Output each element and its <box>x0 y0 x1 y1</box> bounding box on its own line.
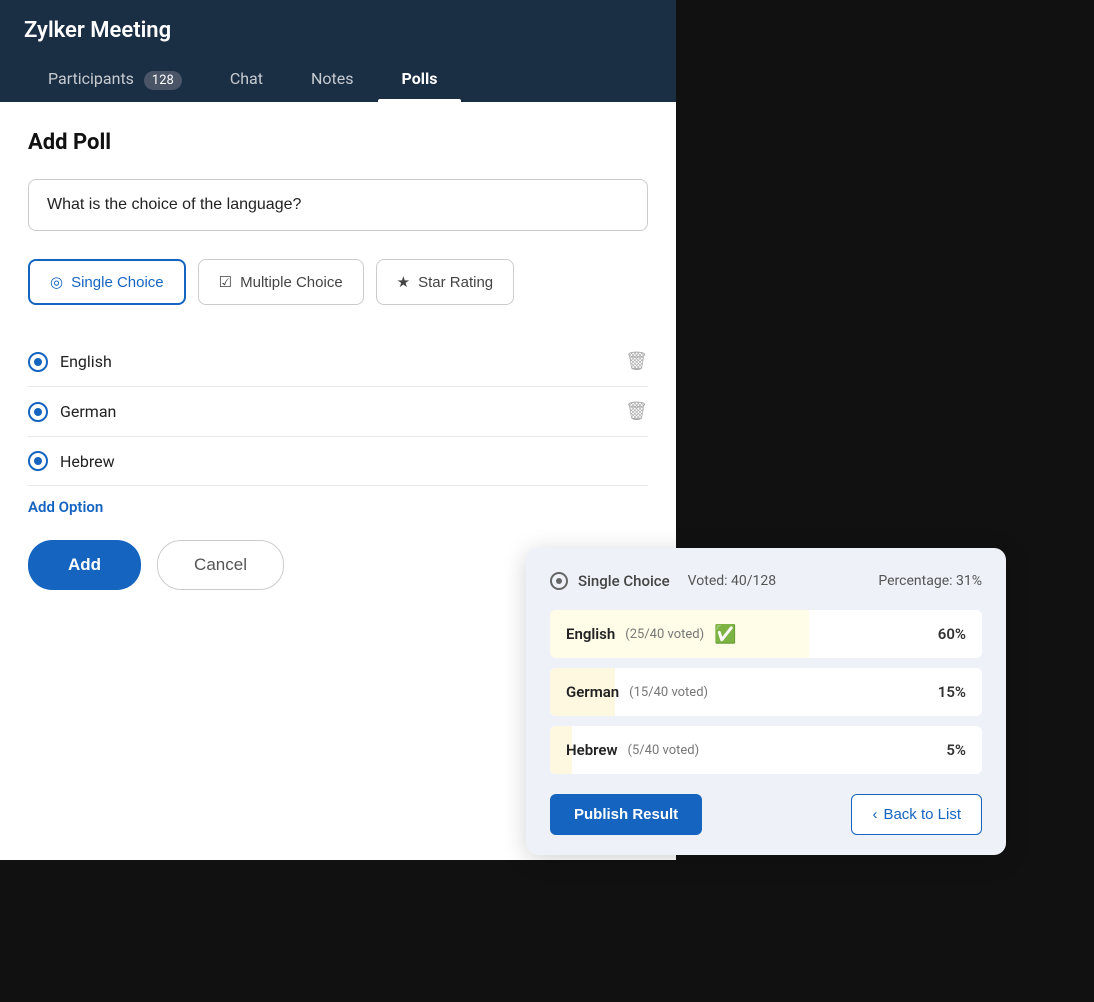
option-text-hebrew: Hebrew <box>60 452 648 471</box>
result-votes-hebrew: (5/40 voted) <box>628 743 700 758</box>
results-header: Single Choice Voted: 40/128 Percentage: … <box>550 572 982 590</box>
choice-types: ◎ Single Choice ☑ Multiple Choice ★ Star… <box>28 259 648 305</box>
multiple-choice-icon: ☑ <box>219 273 232 291</box>
option-row-english: English 🗑 <box>28 337 648 387</box>
tab-polls[interactable]: Polls <box>378 59 462 102</box>
result-bar-english: English (25/40 voted) ✅ 60% <box>550 610 982 658</box>
option-row-hebrew: Hebrew <box>28 437 648 486</box>
tab-notes[interactable]: Notes <box>287 59 378 102</box>
star-rating-icon: ★ <box>397 273 410 291</box>
result-lang-english: English <box>566 625 615 643</box>
winner-check-icon: ✅ <box>714 624 736 645</box>
results-panel: Single Choice Voted: 40/128 Percentage: … <box>526 548 1006 855</box>
tab-chat[interactable]: Chat <box>206 59 287 102</box>
options-list: English 🗑 German 🗑 Hebrew <box>28 337 648 486</box>
add-option-button[interactable]: Add Option <box>28 498 648 516</box>
result-percent-hebrew: 5% <box>946 741 966 759</box>
result-lang-german: German <box>566 683 619 701</box>
results-voted-label: Voted: 40/128 <box>688 573 776 589</box>
result-votes-german: (15/40 voted) <box>629 685 708 700</box>
results-radio-icon <box>550 572 568 590</box>
result-percent-english: 60% <box>938 625 966 643</box>
option-text-english: English <box>60 352 613 371</box>
delete-icon-german[interactable]: 🗑 <box>625 401 648 422</box>
star-rating-button[interactable]: ★ Star Rating <box>376 259 515 305</box>
result-percent-german: 15% <box>938 683 966 701</box>
tab-participants[interactable]: Participants 128 <box>24 59 206 102</box>
participants-badge: 128 <box>144 71 182 90</box>
results-type-label: Single Choice <box>578 572 670 590</box>
add-button[interactable]: Add <box>28 540 141 590</box>
question-input[interactable] <box>28 179 648 231</box>
result-bar-german: German (15/40 voted) 15% <box>550 668 982 716</box>
option-row-german: German 🗑 <box>28 387 648 437</box>
result-bars: English (25/40 voted) ✅ 60% German (15/4… <box>550 610 982 774</box>
meeting-title: Zylker Meeting <box>24 18 652 43</box>
radio-icon-english <box>28 352 48 372</box>
single-choice-icon: ◎ <box>50 273 63 291</box>
radio-icon-german <box>28 402 48 422</box>
result-lang-hebrew: Hebrew <box>566 741 618 759</box>
back-to-list-button[interactable]: ‹ Back to List <box>851 794 982 835</box>
result-votes-english: (25/40 voted) <box>625 627 704 642</box>
results-percentage-label: Percentage: 31% <box>878 573 982 589</box>
multiple-choice-button[interactable]: ☑ Multiple Choice <box>198 259 364 305</box>
back-chevron-icon: ‹ <box>872 806 877 823</box>
option-text-german: German <box>60 402 613 421</box>
page-title: Add Poll <box>28 130 648 155</box>
meeting-header: Zylker Meeting Participants 128 Chat Not… <box>0 0 676 102</box>
cancel-button[interactable]: Cancel <box>157 540 284 590</box>
radio-icon-hebrew <box>28 451 48 471</box>
delete-icon-english[interactable]: 🗑 <box>625 351 648 372</box>
result-bar-hebrew: Hebrew (5/40 voted) 5% <box>550 726 982 774</box>
tabs-bar: Participants 128 Chat Notes Polls <box>24 59 652 102</box>
results-footer: Publish Result ‹ Back to List <box>550 794 982 835</box>
publish-result-button[interactable]: Publish Result <box>550 794 702 835</box>
single-choice-button[interactable]: ◎ Single Choice <box>28 259 186 305</box>
